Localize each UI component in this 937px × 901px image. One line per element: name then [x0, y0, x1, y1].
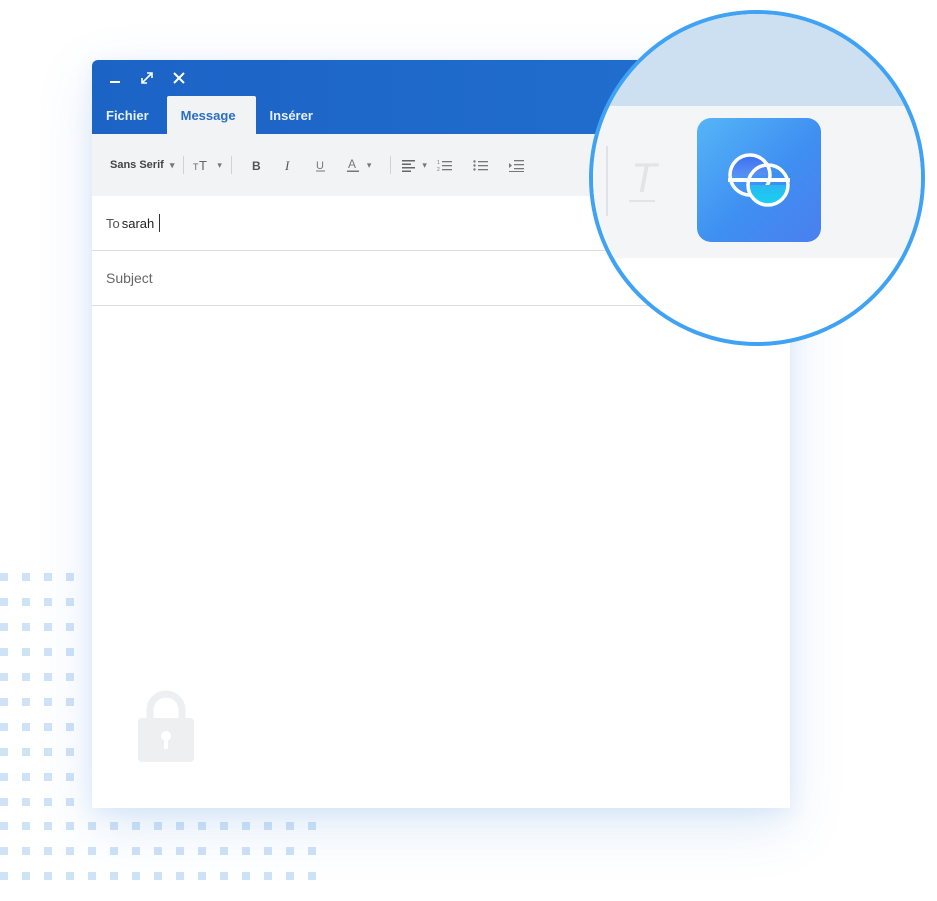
italic-icon[interactable]: I: [283, 155, 295, 175]
dot: [88, 822, 96, 830]
chevron-down-icon: ▾: [366, 159, 372, 170]
svg-text:T: T: [199, 158, 207, 172]
dot: [242, 872, 250, 880]
svg-text:T: T: [631, 154, 660, 201]
dot: [110, 847, 118, 855]
dot: [308, 847, 316, 855]
tab-fichier[interactable]: Fichier: [92, 96, 163, 134]
dot: [286, 872, 294, 880]
dot-pattern-bottom: [0, 822, 316, 880]
magnified-title-bar: [593, 14, 921, 106]
chevron-down-icon: ▾: [217, 159, 222, 170]
font-family-select[interactable]: Sans Serif ▾: [110, 155, 174, 175]
dot: [22, 822, 30, 830]
toolbar-divider: [230, 156, 232, 174]
dot: [154, 822, 162, 830]
dot: [242, 847, 250, 855]
font-size-icon[interactable]: TT ▾: [193, 155, 222, 175]
toolbar-divider: [183, 156, 185, 174]
lock-icon: [136, 688, 196, 769]
ribbon-tabs: Fichier Message Insérer: [92, 96, 327, 134]
dot: [132, 822, 140, 830]
dot: [264, 847, 272, 855]
dot: [264, 872, 272, 880]
dot: [44, 872, 52, 880]
to-recipient[interactable]: sarah: [122, 216, 155, 231]
dot: [66, 822, 74, 830]
dot: [264, 822, 272, 830]
font-family-value: Sans Serif: [110, 159, 164, 171]
chevron-down-icon: ▾: [169, 159, 175, 170]
magnifier-callout: T: [589, 10, 925, 346]
svg-text:B: B: [252, 159, 261, 172]
toolbar-divider: [390, 156, 392, 174]
clear-format-icon[interactable]: T: [629, 152, 663, 209]
dot: [286, 822, 294, 830]
bullet-list-icon[interactable]: [473, 155, 489, 175]
text-cursor: [159, 214, 161, 232]
expand-icon[interactable]: [138, 69, 156, 87]
dot: [308, 822, 316, 830]
toolbar-divider: [606, 146, 608, 216]
numbered-list-icon[interactable]: 12: [437, 155, 453, 175]
dot: [110, 822, 118, 830]
align-icon[interactable]: ▾: [402, 155, 427, 175]
encryption-extension-icon[interactable]: [697, 118, 821, 242]
dot: [308, 872, 316, 880]
dot: [0, 847, 8, 855]
svg-text:1: 1: [437, 160, 440, 166]
dot: [154, 847, 162, 855]
dot: [132, 847, 140, 855]
dot: [66, 847, 74, 855]
svg-text:2: 2: [437, 167, 440, 172]
text-color-icon[interactable]: A ▾: [346, 155, 372, 175]
dot: [176, 847, 184, 855]
bold-icon[interactable]: B: [251, 155, 263, 175]
underline-icon[interactable]: U: [315, 155, 327, 175]
dot: [286, 847, 294, 855]
dot: [88, 872, 96, 880]
dot: [198, 847, 206, 855]
subject-placeholder: Subject: [106, 270, 153, 286]
dot: [176, 822, 184, 830]
dot: [88, 847, 96, 855]
dot: [66, 872, 74, 880]
dot: [0, 872, 8, 880]
dot: [198, 872, 206, 880]
to-label: To: [106, 215, 120, 231]
dot: [44, 822, 52, 830]
dot: [0, 822, 8, 830]
dot: [132, 872, 140, 880]
indent-icon[interactable]: [508, 155, 525, 175]
svg-text:U: U: [316, 160, 324, 172]
dot: [44, 847, 52, 855]
dot-pattern-left: [0, 573, 74, 806]
close-icon[interactable]: [170, 69, 188, 87]
dot: [242, 822, 250, 830]
dot: [220, 847, 228, 855]
dot: [22, 872, 30, 880]
dot: [176, 872, 184, 880]
dot: [220, 872, 228, 880]
dot: [198, 822, 206, 830]
dot: [220, 822, 228, 830]
minimize-icon[interactable]: [106, 69, 124, 87]
svg-text:I: I: [284, 158, 290, 172]
dot: [110, 872, 118, 880]
tab-message[interactable]: Message: [166, 96, 256, 134]
svg-text:A: A: [348, 157, 356, 171]
dot: [154, 872, 162, 880]
tab-inserer[interactable]: Insérer: [256, 96, 327, 134]
dot: [22, 847, 30, 855]
chevron-down-icon: ▾: [422, 159, 427, 170]
